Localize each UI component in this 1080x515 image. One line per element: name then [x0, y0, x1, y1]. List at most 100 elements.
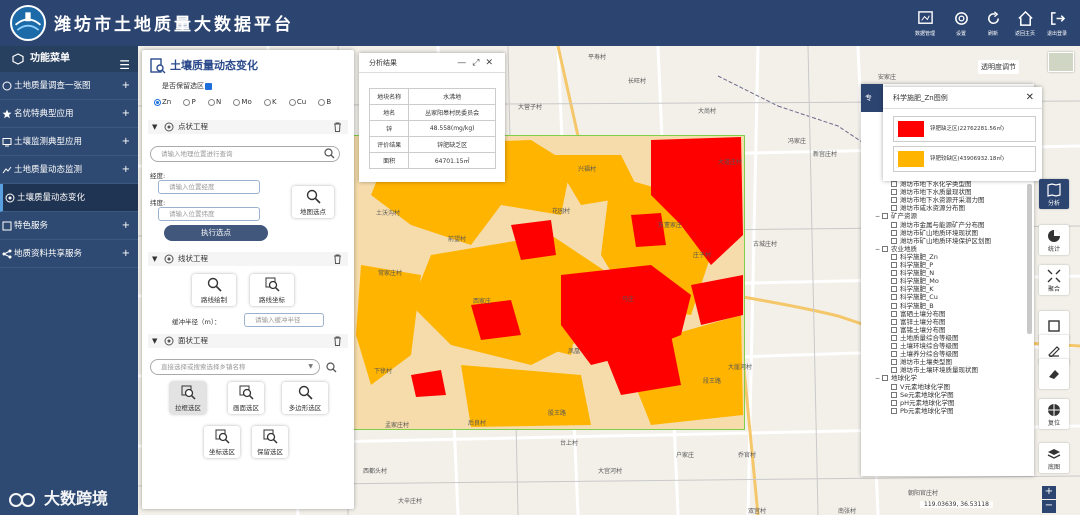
- polygon-select-button[interactable]: 多边形选区: [282, 382, 328, 414]
- longitude-input[interactable]: 请输入位置经度: [158, 180, 260, 194]
- execute-pick-button[interactable]: 执行选点: [164, 225, 268, 241]
- sidebar-item-dynamic[interactable]: 土地质量动态监测 +: [0, 156, 138, 184]
- sidebar: 功能菜单 ☰ 土地质量调查一张图 + 名优特典型应用 + 土壤监测典型应用 + 土地质…: [0, 46, 138, 515]
- layers-scrollbar[interactable]: [1027, 184, 1032, 334]
- layer-checkbox[interactable]: [891, 343, 897, 349]
- layer-checkbox[interactable]: [882, 213, 888, 220]
- layer-checkbox[interactable]: [891, 229, 897, 236]
- layer-checkbox[interactable]: [891, 253, 897, 260]
- aggregate-button[interactable]: 聚合: [1039, 265, 1069, 295]
- layer-checkbox[interactable]: [891, 294, 897, 301]
- layer-checkbox[interactable]: [891, 351, 897, 358]
- map-place-label: 常家庄村: [378, 270, 403, 277]
- layer-checkbox[interactable]: [891, 334, 897, 341]
- layer-checkbox[interactable]: [891, 278, 897, 285]
- app-header: 潍坊市土地质量大数据平台 数据管理 设置 刷新 返回主页 退出登录: [0, 0, 1080, 46]
- close-icon[interactable]: ✕: [485, 58, 499, 68]
- search-icon[interactable]: [324, 148, 335, 159]
- radio-zn[interactable]: Zn: [154, 98, 171, 106]
- pie-icon: [1048, 230, 1060, 242]
- trash-icon[interactable]: [333, 122, 342, 132]
- layer-checkbox[interactable]: [891, 399, 897, 406]
- keep-select-button[interactable]: 保留选区: [252, 426, 288, 458]
- layer-checkbox[interactable]: [891, 262, 897, 268]
- minimize-icon[interactable]: —: [457, 58, 472, 68]
- data-manage-button[interactable]: 数据管理: [908, 10, 942, 37]
- layer-checkbox[interactable]: [891, 391, 897, 398]
- maximize-icon[interactable]: ⤢: [472, 58, 485, 68]
- layer-checkbox[interactable]: [891, 197, 897, 204]
- basemap-thumbnail[interactable]: [1048, 52, 1074, 72]
- map-place-label: 平寿村: [588, 54, 607, 61]
- map-place-label: 土沃沟村: [376, 210, 401, 217]
- layer-checkbox[interactable]: [891, 302, 897, 309]
- buffer-input[interactable]: 请输入缓冲半径: [244, 313, 324, 327]
- home-button[interactable]: 返回主页: [1008, 10, 1042, 37]
- layer-checkbox[interactable]: [891, 383, 897, 390]
- logout-button[interactable]: 退出登录: [1040, 10, 1074, 37]
- map-pick-button[interactable]: 地图选点: [292, 186, 334, 218]
- layer-checkbox[interactable]: [891, 189, 897, 196]
- layer-checkbox[interactable]: [891, 181, 897, 187]
- layer-checkbox[interactable]: [891, 286, 897, 293]
- latitude-label: 纬度:: [150, 199, 166, 207]
- layer-checkbox[interactable]: [891, 270, 897, 277]
- sidebar-item-share[interactable]: 地质资料共享服务 +: [0, 240, 138, 268]
- sidebar-item-featured[interactable]: 名优特典型应用 +: [0, 100, 138, 128]
- point-section-header[interactable]: ▼ 点状工程: [148, 120, 348, 134]
- layer-checkbox[interactable]: [891, 237, 897, 244]
- sidebar-item-service[interactable]: 特色服务 +: [0, 212, 138, 240]
- layer-checkbox[interactable]: [891, 318, 897, 325]
- search-icon[interactable]: [326, 362, 337, 373]
- keep-selection-row[interactable]: 是否保留选区: [162, 81, 212, 91]
- layer-checkbox[interactable]: [891, 205, 897, 212]
- layer-item[interactable]: Pb元素地球化学图: [891, 407, 954, 416]
- radio-b[interactable]: B: [318, 98, 331, 106]
- rect-select-button[interactable]: 拉框选区: [170, 382, 206, 414]
- radio-mo[interactable]: Mo: [233, 98, 252, 106]
- trash-icon[interactable]: [333, 336, 342, 346]
- collapse-icon[interactable]: −: [875, 245, 881, 254]
- layer-checkbox[interactable]: [882, 245, 888, 252]
- layer-checkbox[interactable]: [891, 326, 897, 333]
- opacity-adjust-button[interactable]: 透明度调节: [978, 60, 1019, 74]
- route-draw-button[interactable]: 路线绘制: [192, 274, 236, 306]
- sidebar-item-soil-change[interactable]: 土壤质量动态变化: [0, 184, 138, 212]
- radio-cu[interactable]: Cu: [288, 98, 306, 106]
- area-section-header[interactable]: ▼ 面状工程: [148, 334, 348, 348]
- layer-checkbox[interactable]: [891, 221, 897, 228]
- radio-k[interactable]: K: [263, 98, 277, 106]
- close-icon[interactable]: ✕: [1026, 87, 1034, 109]
- layer-checkbox[interactable]: [891, 310, 897, 317]
- analysis-button[interactable]: 分析: [1039, 179, 1069, 209]
- route-coord-button[interactable]: 路线坐标: [250, 274, 294, 306]
- statistics-button[interactable]: 统计: [1039, 225, 1069, 255]
- radio-p[interactable]: P: [183, 98, 196, 106]
- settings-button[interactable]: 设置: [944, 10, 978, 37]
- eraser-button[interactable]: [1039, 359, 1069, 389]
- location-search-input[interactable]: 请输入地理位置进行查询: [150, 146, 340, 162]
- sidebar-item-survey[interactable]: 土地质量调查一张图 +: [0, 72, 138, 100]
- layer-checkbox[interactable]: [891, 367, 897, 374]
- layer-checkbox[interactable]: [882, 375, 888, 382]
- trash-icon[interactable]: [333, 254, 342, 264]
- table-row: 评价结果 锌肥缺乏区: [368, 136, 496, 153]
- basemap-button[interactable]: 底图: [1039, 443, 1069, 473]
- town-select[interactable]: 直接选择或搜索选择乡镇名称 ▼: [150, 359, 320, 375]
- draw-select-button[interactable]: 画面选区: [228, 382, 264, 414]
- reset-button[interactable]: 复位: [1039, 399, 1069, 429]
- layers-tab[interactable]: 专: [861, 84, 883, 112]
- keep-selection-checkbox[interactable]: [205, 82, 212, 90]
- sidebar-item-monitoring[interactable]: 土壤监测典型应用 +: [0, 128, 138, 156]
- layer-checkbox[interactable]: [891, 359, 897, 366]
- radio-n[interactable]: N: [207, 98, 221, 106]
- layer-checkbox[interactable]: [891, 407, 897, 414]
- collapse-icon[interactable]: −: [875, 212, 881, 221]
- refresh-button[interactable]: 刷新: [976, 10, 1010, 37]
- coord-select-button[interactable]: 坐标选区: [204, 426, 240, 458]
- zoom-in-button[interactable]: +: [1042, 486, 1056, 499]
- collapse-icon[interactable]: −: [875, 374, 881, 383]
- line-section-header[interactable]: ▼ 线状工程: [148, 252, 348, 266]
- zoom-out-button[interactable]: −: [1042, 500, 1056, 513]
- latitude-input[interactable]: 请输入位置纬度: [158, 207, 260, 221]
